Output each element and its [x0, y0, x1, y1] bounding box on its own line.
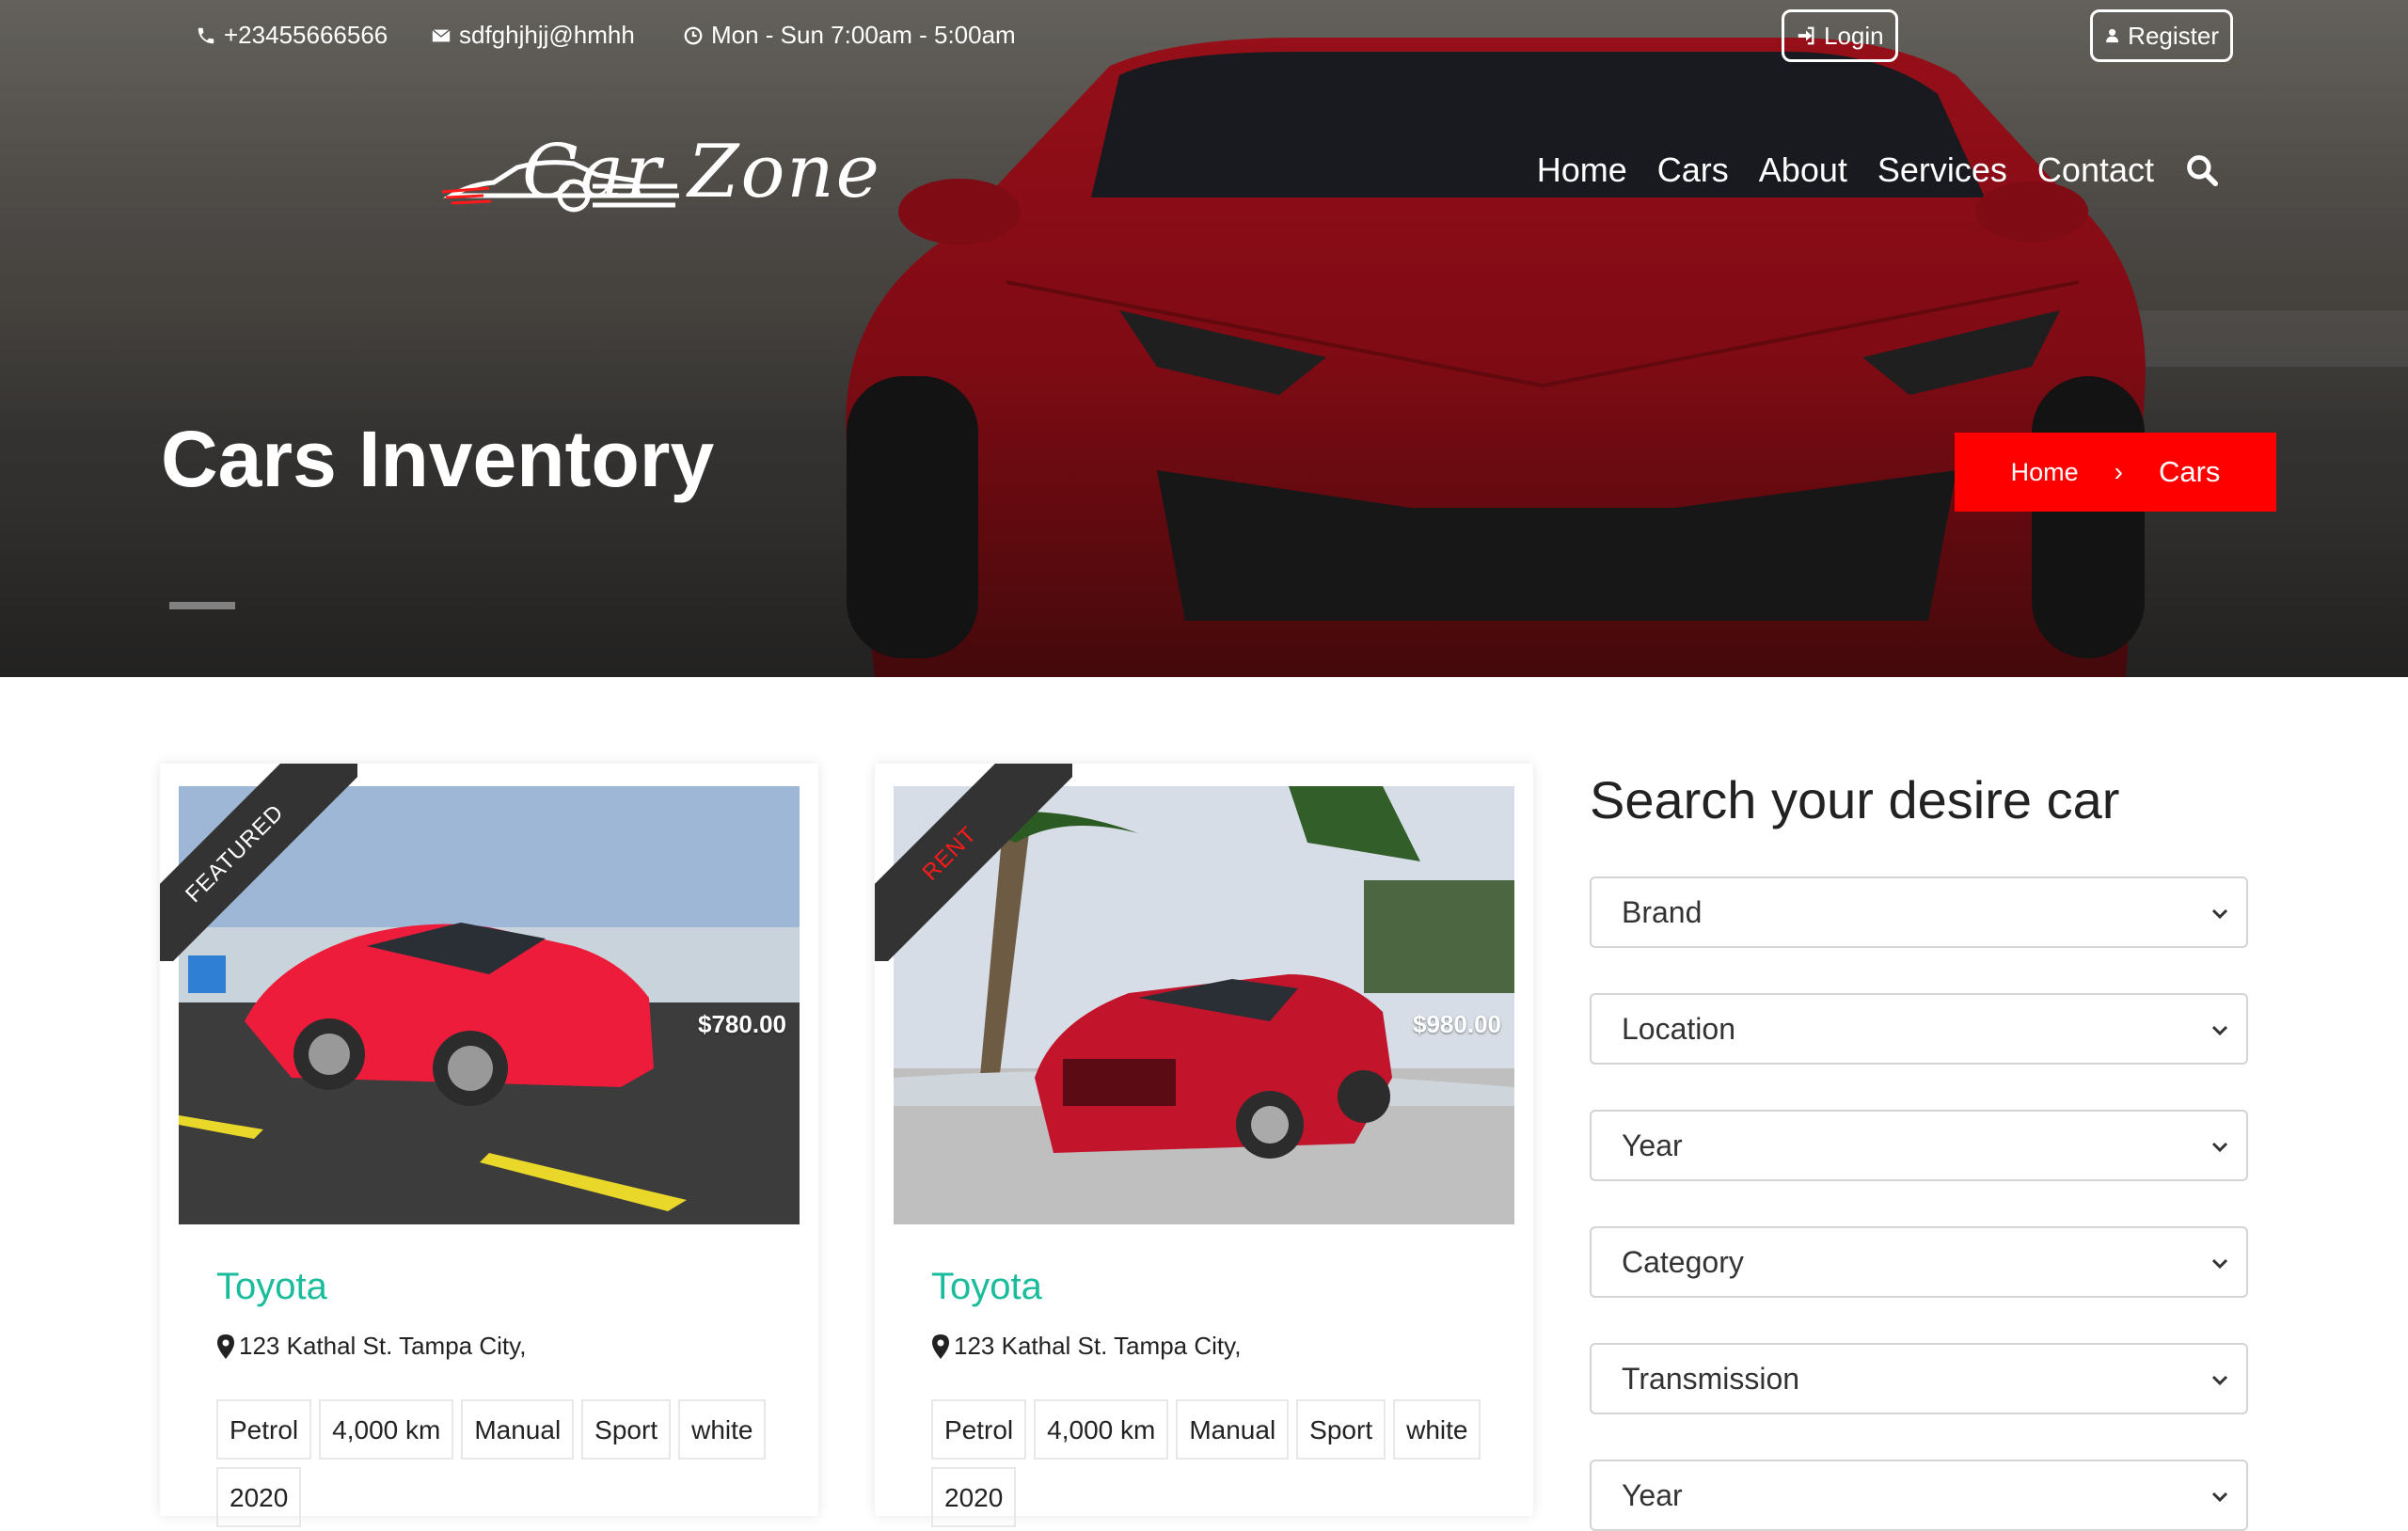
address-text: 123 Kathal St. Tampa City, [954, 1332, 1242, 1360]
rent-badge: RENT [875, 764, 1072, 961]
location-select-value: Location [1622, 1012, 1735, 1046]
breadcrumb: Home › Cars [1955, 433, 2276, 512]
search-title: Search your desire car [1590, 770, 2120, 829]
map-marker-icon [932, 1334, 949, 1359]
featured-badge: FEATURED [160, 764, 357, 961]
register-label: Register [2128, 21, 2219, 50]
spec-category: Sport [1296, 1399, 1386, 1460]
chevron-down-icon [2211, 908, 2228, 920]
car-title[interactable]: Toyota [931, 1266, 1042, 1308]
spec-fuel: Petrol [216, 1399, 312, 1460]
phone-text: +23455666566 [224, 21, 388, 49]
nav-about[interactable]: About [1759, 150, 1847, 190]
chevron-down-icon [2211, 1492, 2228, 1503]
chevron-down-icon [2211, 1142, 2228, 1153]
breadcrumb-current: Cars [2158, 455, 2221, 488]
car-title[interactable]: Toyota [216, 1266, 327, 1308]
map-marker-icon [217, 1334, 234, 1359]
breadcrumb-home[interactable]: Home [2011, 458, 2079, 487]
car-card[interactable]: RENT $980.00 Toyota 123 Kathal St. Tampa… [875, 764, 1533, 1527]
clock-icon [684, 26, 703, 44]
sign-in-icon [1798, 26, 1814, 45]
spec-mileage: 4,000 km [319, 1399, 454, 1460]
login-button[interactable]: Login [1782, 9, 1898, 62]
car-price: $980.00 [1413, 1010, 1501, 1038]
spec-color: white [1393, 1399, 1481, 1460]
breadcrumb-separator: › [2114, 457, 2123, 486]
year-select-2[interactable]: Year [1590, 1460, 2248, 1531]
nav-contact[interactable]: Contact [2037, 150, 2154, 190]
spec-fuel: Petrol [931, 1399, 1027, 1460]
nav-home[interactable]: Home [1537, 150, 1627, 190]
hours-info: Mon - Sun 7:00am - 5:00am [683, 21, 1016, 50]
user-icon [2106, 28, 2119, 43]
phone-info: +23455666566 [196, 21, 388, 50]
car-address: 123 Kathal St. Tampa City, [216, 1332, 526, 1361]
car-price: $780.00 [698, 1010, 786, 1038]
spec-mileage: 4,000 km [1034, 1399, 1169, 1460]
nav-services[interactable]: Services [1877, 150, 2007, 190]
location-select[interactable]: Location [1590, 993, 2248, 1065]
search-icon[interactable] [2184, 152, 2220, 188]
brand-select-value: Brand [1622, 895, 1703, 929]
address-text: 123 Kathal St. Tampa City, [239, 1332, 527, 1360]
top-bar: +23455666566 sdfghjhjj@hmhh Mon - Sun 7:… [0, 0, 2408, 75]
email-text: sdfghjhjj@hmhh [459, 21, 635, 49]
year-select-value: Year [1622, 1129, 1683, 1162]
page-title: Cars Inventory [161, 415, 715, 503]
hero-overlay [0, 0, 2408, 677]
spec-category: Sport [581, 1399, 672, 1460]
phone-icon [198, 27, 214, 43]
year-select-2-value: Year [1622, 1478, 1683, 1512]
transmission-select-value: Transmission [1622, 1362, 1800, 1396]
hours-text: Mon - Sun 7:00am - 5:00am [711, 21, 1016, 49]
spec-transmission: Manual [461, 1399, 575, 1460]
brand-select[interactable]: Brand [1590, 876, 2248, 948]
category-select[interactable]: Category [1590, 1226, 2248, 1298]
spec-color: white [678, 1399, 767, 1460]
chevron-down-icon [2211, 1258, 2228, 1270]
brand-name[interactable]: Car Zone [522, 130, 881, 214]
register-button[interactable]: Register [2090, 9, 2233, 62]
chevron-down-icon [2211, 1375, 2228, 1386]
spec-year: 2020 [216, 1467, 302, 1527]
category-select-value: Category [1622, 1245, 1744, 1279]
car-specs: Petrol 4,000 km Manual Sport white 2020 [931, 1399, 1514, 1527]
envelope-icon [432, 28, 451, 41]
email-info: sdfghjhjj@hmhh [431, 21, 635, 50]
car-card[interactable]: FEATURED $780.00 Toyota 123 Kathal St. T… [160, 764, 818, 1527]
featured-ribbon: FEATURED [160, 764, 357, 961]
car-specs: Petrol 4,000 km Manual Sport white 2020 [216, 1399, 800, 1527]
spec-transmission: Manual [1176, 1399, 1290, 1460]
transmission-select[interactable]: Transmission [1590, 1343, 2248, 1414]
rent-ribbon: RENT [875, 764, 1072, 961]
car-address: 123 Kathal St. Tampa City, [931, 1332, 1241, 1361]
chevron-down-icon [2211, 1025, 2228, 1036]
nav-cars[interactable]: Cars [1657, 150, 1729, 190]
spec-year: 2020 [931, 1467, 1017, 1527]
main-nav: Home Cars About Services Contact [1537, 150, 2220, 190]
hero-banner [0, 0, 2408, 677]
year-select[interactable]: Year [1590, 1110, 2248, 1181]
login-label: Login [1824, 21, 1884, 50]
